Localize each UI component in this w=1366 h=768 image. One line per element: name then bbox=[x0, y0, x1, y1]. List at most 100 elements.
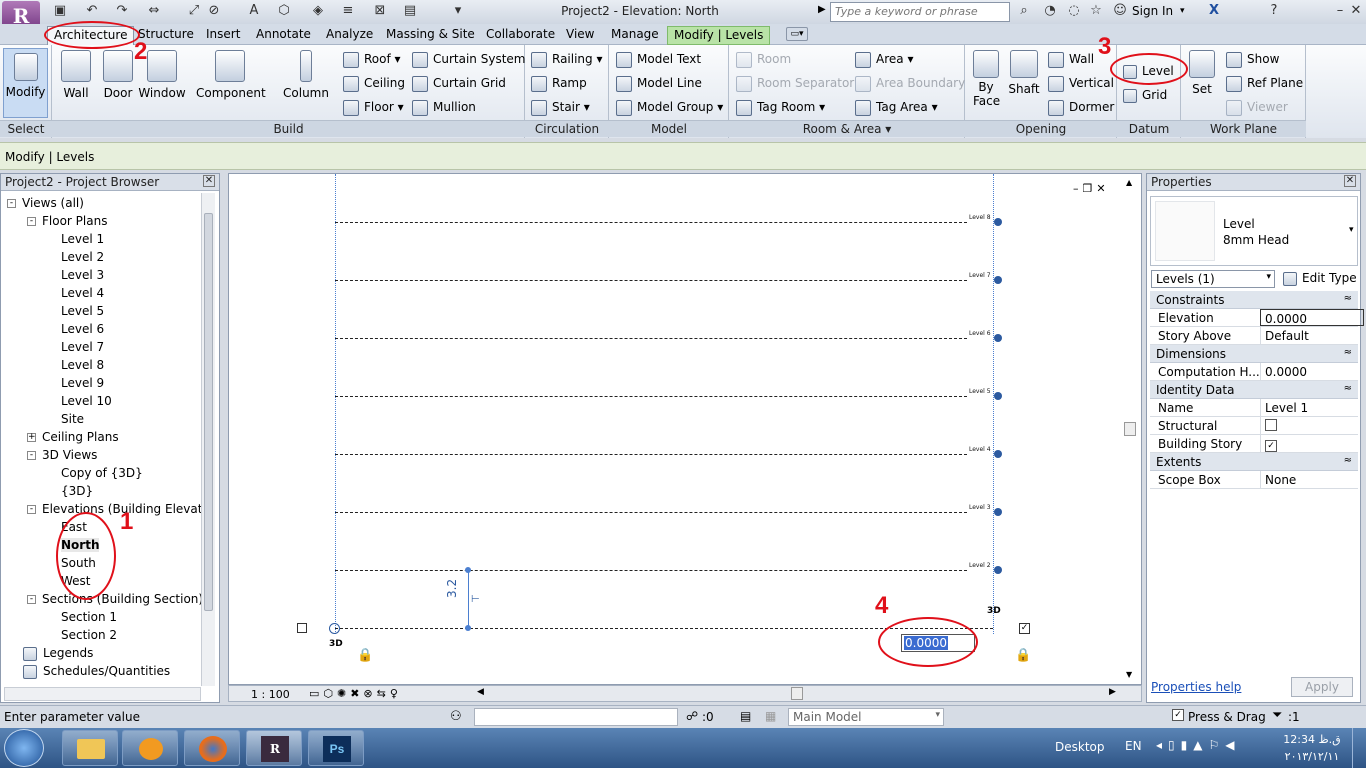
level-head-label[interactable]: Level 4 bbox=[969, 446, 991, 453]
ref-plane-button[interactable]: Ref Plane bbox=[1226, 74, 1303, 92]
tab-analyze[interactable]: Analyze bbox=[320, 26, 379, 45]
canvas-vscroll[interactable]: ▲ ▼ bbox=[1122, 174, 1140, 684]
curtain-system-button[interactable]: Curtain System bbox=[412, 50, 525, 68]
elevation-view-canvas[interactable]: –❐✕ Level 8 Level 7 Level 6 Level 5 Level 4L… bbox=[228, 173, 1142, 685]
view-scale[interactable]: 1 : 100 bbox=[251, 688, 290, 701]
lock-icon-left[interactable]: 🔒 bbox=[357, 648, 373, 663]
scroll-up-icon[interactable]: ▲ bbox=[1126, 178, 1132, 187]
type-selector-dropdown-icon[interactable]: ▾ bbox=[1349, 225, 1354, 235]
ribbon-toggle-icon[interactable]: ▭▾ bbox=[786, 27, 808, 41]
property-value[interactable]: 0.0000 bbox=[1260, 309, 1364, 326]
temp-dimension-grip-top[interactable] bbox=[465, 567, 471, 573]
mullion-button[interactable]: Mullion bbox=[412, 98, 476, 116]
roof-button[interactable]: Roof ▾ bbox=[343, 50, 401, 68]
spot-elevation-icon[interactable]: ⊘ bbox=[206, 3, 222, 19]
property-value[interactable] bbox=[1260, 417, 1364, 434]
temp-dimension-grip-bottom[interactable] bbox=[465, 625, 471, 631]
level-head-label[interactable]: Level 3 bbox=[969, 504, 991, 511]
workset-select[interactable] bbox=[474, 708, 678, 726]
sign-in-link[interactable]: Sign In bbox=[1132, 4, 1173, 18]
expand-icon[interactable]: + bbox=[27, 433, 36, 442]
browser-item[interactable]: Section 1 bbox=[7, 608, 201, 626]
show-desktop-button[interactable] bbox=[1352, 728, 1366, 768]
level-head-label[interactable]: Level 8 bbox=[969, 214, 991, 221]
level-end-circle[interactable] bbox=[329, 623, 340, 634]
room-button[interactable]: Room bbox=[736, 50, 791, 68]
property-value[interactable]: 0.0000 bbox=[1260, 363, 1364, 380]
design-option-select[interactable]: Main Model ▾ bbox=[788, 708, 944, 726]
instance-filter-select[interactable]: Levels (1) ▾ bbox=[1151, 270, 1275, 288]
browser-item[interactable]: Level 10 bbox=[7, 392, 201, 410]
clock-time[interactable]: 12:34 ق.ظ bbox=[1282, 733, 1342, 746]
tray-icons[interactable]: ◂▯▮▲⚐◀ bbox=[1156, 738, 1240, 752]
tag-room-button[interactable]: Tag Room ▾ bbox=[736, 98, 825, 116]
tab-view[interactable]: View bbox=[560, 26, 600, 45]
hide-bubble-checkbox[interactable] bbox=[297, 623, 307, 633]
edit-type-button[interactable]: Edit Type bbox=[1283, 269, 1357, 287]
level-line[interactable] bbox=[335, 396, 967, 397]
vertical-button[interactable]: Vertical bbox=[1048, 74, 1114, 92]
binoculars-icon[interactable]: ⌕ bbox=[1016, 3, 1032, 19]
model-text-button[interactable]: Model Text bbox=[616, 50, 701, 68]
apply-button[interactable]: Apply bbox=[1291, 677, 1353, 697]
property-value[interactable]: Level 1 bbox=[1260, 399, 1364, 416]
communication-icon[interactable]: ◌ bbox=[1066, 3, 1082, 19]
model-group-button[interactable]: Model Group ▾ bbox=[616, 98, 723, 116]
scroll-down-icon[interactable]: ▼ bbox=[1126, 670, 1132, 679]
browser-item[interactable]: - Elevations (Building Elevatio bbox=[7, 500, 213, 518]
user-icon[interactable]: ☺ bbox=[1112, 3, 1128, 19]
desktop-toolbar[interactable]: Desktop bbox=[1055, 740, 1105, 754]
property-group-header[interactable]: Extents ≈ bbox=[1150, 453, 1358, 471]
clock-date[interactable]: ٢٠١٣/١٢/١١ bbox=[1282, 750, 1342, 763]
level-line[interactable] bbox=[335, 280, 967, 281]
redo-icon[interactable]: ↷ bbox=[114, 3, 130, 19]
column-button[interactable]: Column bbox=[282, 50, 330, 100]
text-icon[interactable]: A bbox=[246, 3, 262, 19]
level-head-label[interactable]: Level 2 bbox=[969, 562, 991, 569]
filter-icon[interactable]: ⏷ bbox=[1272, 708, 1282, 723]
worksets-icon[interactable]: ⚇ bbox=[450, 709, 462, 724]
search-expand-icon[interactable]: ▶ bbox=[818, 4, 826, 15]
browser-item[interactable]: -3D Views bbox=[7, 446, 201, 464]
save-icon[interactable]: ▣ bbox=[52, 3, 68, 19]
browser-scrollbar[interactable] bbox=[201, 193, 215, 686]
minimize-icon[interactable]: – bbox=[1332, 3, 1348, 19]
railing-button[interactable]: Railing ▾ bbox=[531, 50, 603, 68]
tab-massing-site[interactable]: Massing & Site bbox=[380, 26, 481, 45]
subscription-icon[interactable]: ◔ bbox=[1042, 3, 1058, 19]
browser-scroll-thumb[interactable] bbox=[204, 213, 213, 611]
property-group-header[interactable]: Constraints ≈ bbox=[1150, 291, 1358, 309]
property-group-header[interactable]: Dimensions ≈ bbox=[1150, 345, 1358, 363]
close-hidden-windows-icon[interactable]: ⊠ bbox=[372, 3, 388, 19]
measure-icon[interactable]: ⇔ bbox=[146, 3, 162, 19]
stair-button[interactable]: Stair ▾ bbox=[531, 98, 590, 116]
by-face-button[interactable]: By Face bbox=[969, 50, 1003, 108]
exclude-options-icon[interactable]: ▦ bbox=[765, 709, 776, 723]
canvas-hscroll-thumb[interactable] bbox=[791, 687, 803, 700]
type-selector[interactable]: Level 8mm Head ▾ bbox=[1150, 196, 1358, 266]
default-3d-view-icon[interactable]: ⬡ bbox=[276, 3, 292, 19]
browser-item[interactable]: - Views (all) bbox=[7, 194, 201, 212]
browser-item[interactable]: Site bbox=[7, 410, 201, 428]
model-line-button[interactable]: Model Line bbox=[616, 74, 702, 92]
ceiling-button[interactable]: Ceiling bbox=[343, 74, 405, 92]
switch-windows-icon[interactable]: ▤ bbox=[402, 3, 418, 19]
taskbar-revit[interactable]: R bbox=[246, 730, 302, 766]
design-options-icon[interactable]: ▤ bbox=[740, 709, 751, 723]
browser-item[interactable]: - Sections (Building Section) bbox=[7, 590, 203, 608]
room-area-panel-label[interactable]: Room & Area ▾ bbox=[729, 120, 965, 137]
help-icon[interactable]: ? bbox=[1266, 3, 1282, 19]
area-boundary-button[interactable]: Area Boundary bbox=[855, 74, 965, 92]
browser-item[interactable]: Level 4 bbox=[7, 284, 201, 302]
3d-extent-label-left[interactable]: 3D bbox=[329, 639, 343, 649]
browser-item[interactable]: Legends bbox=[7, 644, 201, 662]
tab-modify-levels[interactable]: Modify | Levels bbox=[667, 26, 771, 45]
close-icon[interactable]: ✕ bbox=[1348, 3, 1364, 19]
level-line[interactable] bbox=[335, 454, 967, 455]
viewer-button[interactable]: Viewer bbox=[1226, 98, 1288, 116]
level-head-label[interactable]: Level 7 bbox=[969, 272, 991, 279]
curtain-grid-button[interactable]: Curtain Grid bbox=[412, 74, 506, 92]
component-button[interactable]: Component bbox=[196, 50, 266, 100]
taskbar-media-player[interactable] bbox=[122, 730, 178, 766]
area-button[interactable]: Area ▾ bbox=[855, 50, 913, 68]
